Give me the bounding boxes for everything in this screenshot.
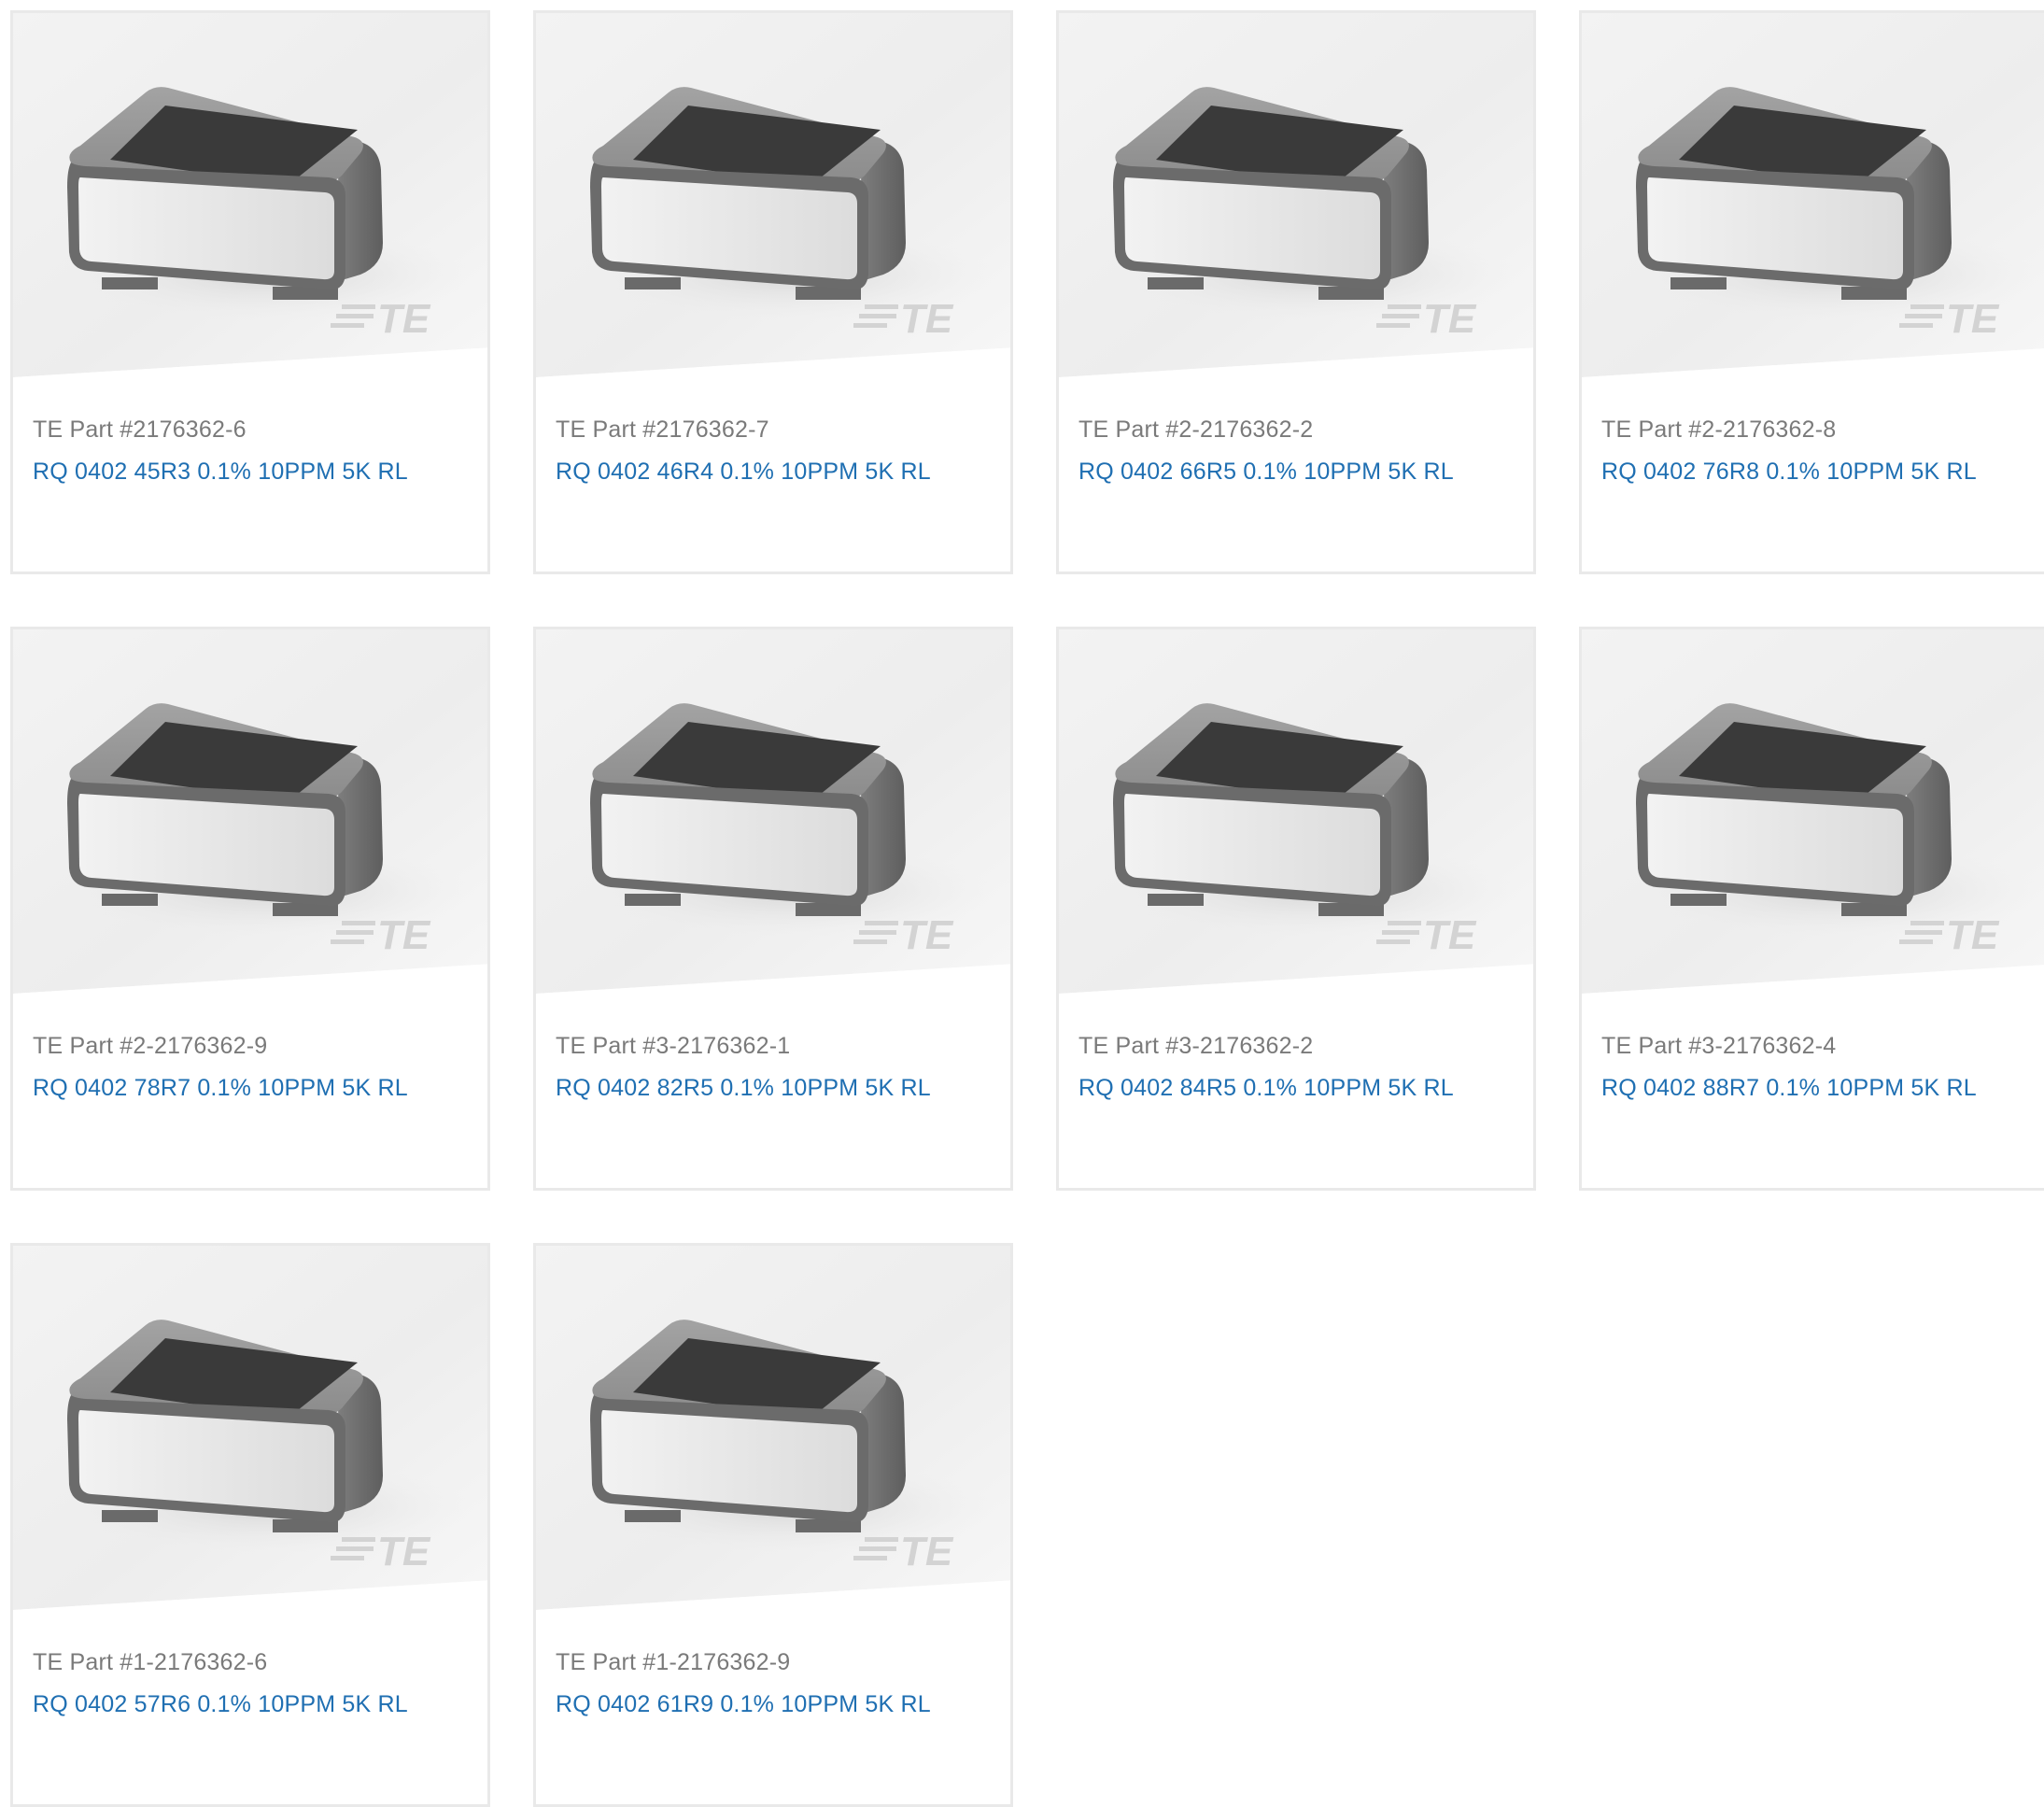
product-description-link[interactable]: RQ 0402 88R7 0.1% 10PPM 5K RL <box>1601 1075 1977 1102</box>
chip-resistor-image: TE <box>13 1246 487 1610</box>
product-card[interactable]: TE TE Part #1-2176362-9 RQ 0402 61R9 0.1… <box>533 1243 1013 1807</box>
svg-text:TE: TE <box>900 912 954 958</box>
part-number: TE Part #3-2176362-4 <box>1601 1033 1837 1059</box>
chip-resistor-image[interactable]: TE <box>536 1246 1010 1610</box>
product-card[interactable]: TE TE Part #2176362-7 RQ 0402 46R4 0.1% … <box>533 10 1013 574</box>
chip-resistor-image[interactable]: TE <box>13 1246 487 1610</box>
svg-text:TE: TE <box>1946 912 2000 958</box>
product-description-link[interactable]: RQ 0402 57R6 0.1% 10PPM 5K RL <box>33 1691 408 1718</box>
product-description-link[interactable]: RQ 0402 45R3 0.1% 10PPM 5K RL <box>33 459 408 486</box>
chip-resistor-image: TE <box>536 629 1010 994</box>
svg-text:TE: TE <box>1423 912 1477 958</box>
product-description-link[interactable]: RQ 0402 46R4 0.1% 10PPM 5K RL <box>556 459 931 486</box>
product-card[interactable]: TE TE Part #2176362-6 RQ 0402 45R3 0.1% … <box>10 10 490 574</box>
chip-resistor-image[interactable]: TE <box>13 13 487 377</box>
product-grid: TE TE Part #2176362-6 RQ 0402 45R3 0.1% … <box>10 10 2044 1807</box>
chip-resistor-image: TE <box>536 13 1010 377</box>
chip-resistor-image[interactable]: TE <box>1582 13 2044 377</box>
product-card[interactable]: TE TE Part #3-2176362-1 RQ 0402 82R5 0.1… <box>533 627 1013 1191</box>
chip-resistor-image[interactable]: TE <box>536 629 1010 994</box>
part-number: TE Part #2176362-6 <box>33 416 247 443</box>
product-card[interactable]: TE TE Part #3-2176362-4 RQ 0402 88R7 0.1… <box>1579 627 2044 1191</box>
part-number: TE Part #2-2176362-9 <box>33 1033 268 1059</box>
part-number: TE Part #3-2176362-2 <box>1078 1033 1314 1059</box>
product-description-link[interactable]: RQ 0402 66R5 0.1% 10PPM 5K RL <box>1078 459 1454 486</box>
chip-resistor-image: TE <box>536 1246 1010 1610</box>
chip-resistor-image[interactable]: TE <box>13 629 487 994</box>
product-description-link[interactable]: RQ 0402 76R8 0.1% 10PPM 5K RL <box>1601 459 1977 486</box>
product-card[interactable]: TE TE Part #3-2176362-2 RQ 0402 84R5 0.1… <box>1056 627 1536 1191</box>
chip-resistor-image: TE <box>1059 629 1533 994</box>
svg-text:TE: TE <box>900 1529 954 1574</box>
part-number: TE Part #2-2176362-8 <box>1601 416 1837 443</box>
product-card[interactable]: TE TE Part #2-2176362-8 RQ 0402 76R8 0.1… <box>1579 10 2044 574</box>
svg-text:TE: TE <box>900 296 954 342</box>
part-number: TE Part #2-2176362-2 <box>1078 416 1314 443</box>
part-number: TE Part #3-2176362-1 <box>556 1033 791 1059</box>
chip-resistor-image: TE <box>1582 629 2044 994</box>
product-card[interactable]: TE TE Part #1-2176362-6 RQ 0402 57R6 0.1… <box>10 1243 490 1807</box>
chip-resistor-image[interactable]: TE <box>1059 629 1533 994</box>
part-number: TE Part #1-2176362-9 <box>556 1649 791 1675</box>
product-card[interactable]: TE TE Part #2-2176362-2 RQ 0402 66R5 0.1… <box>1056 10 1536 574</box>
chip-resistor-image[interactable]: TE <box>536 13 1010 377</box>
part-number: TE Part #2176362-7 <box>556 416 769 443</box>
chip-resistor-image: TE <box>1582 13 2044 377</box>
part-number: TE Part #1-2176362-6 <box>33 1649 268 1675</box>
svg-text:TE: TE <box>377 912 431 958</box>
svg-text:TE: TE <box>1946 296 2000 342</box>
product-description-link[interactable]: RQ 0402 61R9 0.1% 10PPM 5K RL <box>556 1691 931 1718</box>
product-description-link[interactable]: RQ 0402 82R5 0.1% 10PPM 5K RL <box>556 1075 931 1102</box>
chip-resistor-image: TE <box>13 629 487 994</box>
svg-text:TE: TE <box>377 296 431 342</box>
svg-text:TE: TE <box>377 1529 431 1574</box>
product-card[interactable]: TE TE Part #2-2176362-9 RQ 0402 78R7 0.1… <box>10 627 490 1191</box>
chip-resistor-image[interactable]: TE <box>1059 13 1533 377</box>
chip-resistor-image: TE <box>1059 13 1533 377</box>
chip-resistor-image[interactable]: TE <box>1582 629 2044 994</box>
svg-text:TE: TE <box>1423 296 1477 342</box>
product-description-link[interactable]: RQ 0402 84R5 0.1% 10PPM 5K RL <box>1078 1075 1454 1102</box>
chip-resistor-image: TE <box>13 13 487 377</box>
product-description-link[interactable]: RQ 0402 78R7 0.1% 10PPM 5K RL <box>33 1075 408 1102</box>
